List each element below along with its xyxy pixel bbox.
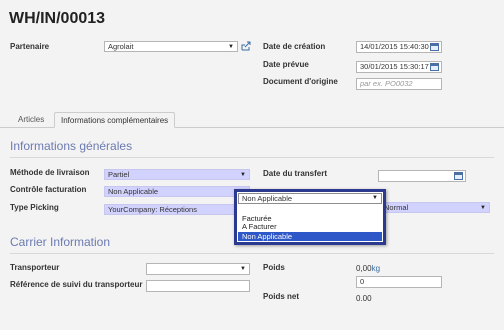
- chevron-down-icon[interactable]: ▼: [372, 194, 378, 203]
- tab-articles[interactable]: Articles: [11, 113, 51, 127]
- dropdown-option[interactable]: A Facturer: [238, 223, 382, 231]
- carrier-info-divider: [10, 253, 494, 254]
- dropdown-selected-value: Non Applicable: [242, 194, 293, 203]
- transfer-date-label: Date du transfert: [263, 169, 328, 178]
- carrier-select[interactable]: ▼: [146, 263, 250, 275]
- creation-date-label: Date de création: [263, 42, 326, 51]
- invoice-control-value: Non Applicable: [108, 187, 159, 196]
- record-title: WH/IN/00013: [9, 10, 106, 27]
- priority-select[interactable]: Normal ▼: [380, 202, 490, 213]
- dropdown-option-label: Non Applicable: [242, 232, 293, 241]
- packages-input[interactable]: 0: [356, 276, 442, 288]
- chevron-down-icon[interactable]: ▼: [240, 264, 246, 274]
- delivery-method-select[interactable]: Partiel ▼: [104, 169, 250, 180]
- tracking-label: Référence de suivi du transporteur: [10, 280, 143, 289]
- tab-additional-info-label: Informations complémentaires: [61, 116, 169, 125]
- scheduled-date-label: Date prévue: [263, 60, 309, 69]
- dropdown-option-label: A Facturer: [242, 222, 277, 231]
- dropdown-option-highlighted[interactable]: Non Applicable: [238, 232, 382, 241]
- origin-label: Document d'origine: [263, 77, 338, 86]
- partner-label: Partenaire: [10, 42, 50, 51]
- general-info-title: Informations générales: [10, 139, 133, 153]
- dropdown-selected-box[interactable]: Non Applicable ▼: [238, 193, 382, 204]
- picking-type-value: YourCompany: Réceptions: [108, 205, 197, 214]
- origin-input[interactable]: par ex. PO0032: [356, 78, 442, 90]
- creation-date-field[interactable]: 14/01/2015 15:40:30: [356, 41, 442, 53]
- weight-value: 0,00kg: [356, 264, 380, 273]
- external-link-icon[interactable]: [241, 41, 251, 51]
- partner-value: Agrolait: [108, 42, 134, 51]
- weight-number: 0,00: [356, 264, 372, 273]
- net-weight-label: Poids net: [263, 292, 300, 301]
- calendar-icon[interactable]: [430, 43, 439, 51]
- scheduled-date-field[interactable]: 30/01/2015 15:30:17: [356, 61, 442, 73]
- transfer-date-field[interactable]: [378, 170, 466, 182]
- partner-field[interactable]: Agrolait ▼: [104, 41, 238, 52]
- chevron-down-icon[interactable]: ▼: [480, 203, 486, 212]
- chevron-down-icon[interactable]: ▼: [228, 42, 234, 51]
- tab-additional-info[interactable]: Informations complémentaires: [54, 112, 176, 128]
- chevron-down-icon[interactable]: ▼: [240, 170, 246, 179]
- carrier-info-title: Carrier Information: [10, 235, 111, 249]
- scheduled-date-value: 30/01/2015 15:30:17: [360, 62, 429, 71]
- priority-value: Normal: [384, 203, 409, 212]
- picking-type-select[interactable]: YourCompany: Réceptions ▼: [104, 204, 250, 215]
- carrier-label: Transporteur: [10, 263, 60, 272]
- calendar-icon[interactable]: [430, 63, 439, 71]
- weight-unit: kg: [371, 264, 381, 273]
- weight-label: Poids: [263, 263, 285, 272]
- net-weight-value: 0.00: [356, 294, 372, 303]
- delivery-method-label: Méthode de livraison: [10, 168, 90, 177]
- tracking-input[interactable]: [146, 280, 250, 292]
- general-info-divider: [10, 157, 494, 158]
- invoice-control-select[interactable]: Non Applicable: [104, 186, 250, 197]
- invoice-control-label: Contrôle facturation: [10, 185, 87, 194]
- tab-articles-label: Articles: [18, 115, 45, 124]
- delivery-method-value: Partiel: [108, 170, 130, 179]
- picking-type-label: Type Picking: [10, 203, 59, 212]
- invoice-control-dropdown[interactable]: Non Applicable ▼ Facturée A Facturer Non…: [234, 189, 386, 245]
- calendar-icon[interactable]: [454, 172, 463, 180]
- creation-date-value: 14/01/2015 15:40:30: [360, 42, 429, 51]
